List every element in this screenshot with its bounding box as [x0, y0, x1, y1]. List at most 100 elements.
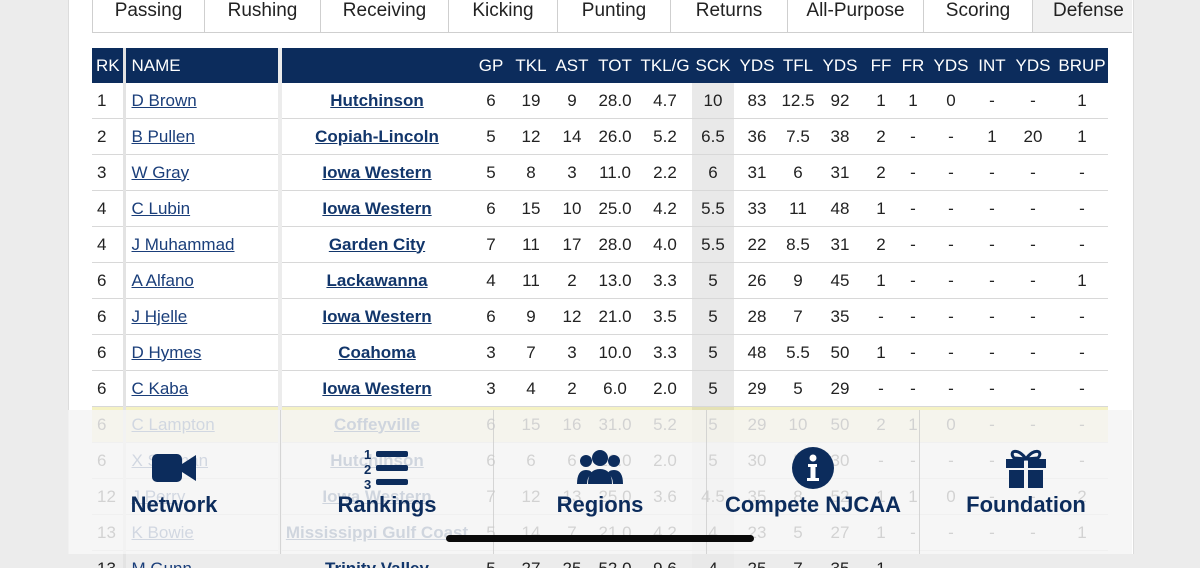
- cell-fr: -: [898, 191, 928, 227]
- player-link[interactable]: J Hjelle: [132, 307, 188, 326]
- player-link[interactable]: C Kaba: [132, 379, 189, 398]
- column-header-brup[interactable]: BRUP: [1056, 48, 1108, 83]
- cell-player-name: J Muhammad: [124, 227, 280, 263]
- cell-player-name: J Hjelle: [124, 299, 280, 335]
- table-row: 4C LubinIowa Western6151025.04.25.533114…: [92, 191, 1108, 227]
- cell-rank: 6: [92, 299, 124, 335]
- column-header-sck-yds[interactable]: YDS: [734, 48, 780, 83]
- tab-passing[interactable]: Passing: [92, 0, 205, 33]
- tab-punting[interactable]: Punting: [557, 0, 671, 33]
- cell-rank: 6: [92, 371, 124, 407]
- cell-team: Lackawanna: [280, 263, 472, 299]
- cell-tot: 25.0: [592, 191, 638, 227]
- cell-team: Iowa Western: [280, 155, 472, 191]
- column-header-fr-yds[interactable]: YDS: [928, 48, 974, 83]
- cell-int-yds: -: [1010, 263, 1056, 299]
- cell-gp: 5: [472, 155, 510, 191]
- cell-player-name: C Lubin: [124, 191, 280, 227]
- cell-sck-yds: 33: [734, 191, 780, 227]
- player-link[interactable]: W Gray: [132, 163, 190, 182]
- column-header-fr[interactable]: FR: [898, 48, 928, 83]
- cell-tfl-yds: 31: [816, 227, 864, 263]
- team-link[interactable]: Hutchinson: [330, 91, 424, 110]
- cell-sck-yds: 22: [734, 227, 780, 263]
- tab-receiving[interactable]: Receiving: [320, 0, 449, 33]
- team-link[interactable]: Iowa Western: [322, 163, 431, 182]
- cell-int: -: [974, 263, 1010, 299]
- nav-rankings[interactable]: 123 Rankings: [280, 410, 493, 554]
- column-header-tkl-per-game[interactable]: TKL/G: [638, 48, 692, 83]
- team-link[interactable]: Iowa Western: [322, 307, 431, 326]
- column-header-int-yds[interactable]: YDS: [1010, 48, 1056, 83]
- nav-foundation[interactable]: Foundation: [919, 410, 1132, 554]
- table-row: 6C KabaIowa Western3426.02.0529529------: [92, 371, 1108, 407]
- player-link[interactable]: C Lubin: [132, 199, 191, 218]
- player-link[interactable]: B Pullen: [132, 127, 195, 146]
- player-link[interactable]: D Brown: [132, 91, 197, 110]
- column-header-rank[interactable]: RK: [92, 48, 124, 83]
- table-row: 6A AlfanoLackawanna411213.03.35269451---…: [92, 263, 1108, 299]
- column-header-tot[interactable]: TOT: [592, 48, 638, 83]
- cell-brup: -: [1056, 227, 1108, 263]
- team-link[interactable]: Coahoma: [338, 343, 415, 362]
- cell-gp: 3: [472, 335, 510, 371]
- cell-fr-yds: -: [928, 335, 974, 371]
- cell-fr: -: [898, 299, 928, 335]
- column-header-ff[interactable]: FF: [864, 48, 898, 83]
- tab-all-purpose[interactable]: All-Purpose: [787, 0, 924, 33]
- column-header-int[interactable]: INT: [974, 48, 1010, 83]
- cell-ast: 17: [552, 227, 592, 263]
- tab-defense[interactable]: Defense: [1032, 0, 1132, 33]
- table-row: 2B PullenCopiah-Lincoln5121426.05.26.536…: [92, 119, 1108, 155]
- player-link[interactable]: D Hymes: [132, 343, 202, 362]
- cell-tkl-per-game: 4.0: [638, 227, 692, 263]
- cell-sck-yds: 29: [734, 371, 780, 407]
- cell-tfl-yds: 92: [816, 83, 864, 119]
- cell-brup: 1: [1056, 263, 1108, 299]
- nav-regions[interactable]: Regions: [493, 410, 706, 554]
- column-header-tfl[interactable]: TFL: [780, 48, 816, 83]
- team-link[interactable]: Trinity Valley: [325, 559, 429, 568]
- cell-sck: 5: [692, 263, 734, 299]
- cell-ff: 1: [864, 83, 898, 119]
- cell-sck-yds: 28: [734, 299, 780, 335]
- player-link[interactable]: J Muhammad: [132, 235, 235, 254]
- team-link[interactable]: Lackawanna: [326, 271, 427, 290]
- tab-rushing[interactable]: Rushing: [204, 0, 321, 33]
- nav-network[interactable]: Network: [68, 410, 280, 554]
- cell-tkl-per-game: 4.7: [638, 83, 692, 119]
- cell-team: Iowa Western: [280, 299, 472, 335]
- cell-rank: 1: [92, 83, 124, 119]
- column-header-team[interactable]: [280, 48, 472, 83]
- column-header-tfl-yds[interactable]: YDS: [816, 48, 864, 83]
- column-header-sck[interactable]: SCK: [692, 48, 734, 83]
- cell-ast: 10: [552, 191, 592, 227]
- cell-tkl: 8: [510, 155, 552, 191]
- cell-fr: 1: [898, 83, 928, 119]
- team-link[interactable]: Iowa Western: [322, 379, 431, 398]
- team-link[interactable]: Garden City: [329, 235, 425, 254]
- cell-tkl-per-game: 5.2: [638, 119, 692, 155]
- cell-rank: 4: [92, 191, 124, 227]
- tab-returns[interactable]: Returns: [670, 0, 788, 33]
- column-header-player-name[interactable]: NAME: [124, 48, 280, 83]
- cell-tfl: 5.5: [780, 335, 816, 371]
- cell-fr: -: [898, 263, 928, 299]
- column-header-ast[interactable]: AST: [552, 48, 592, 83]
- video-camera-icon: [151, 446, 197, 490]
- tab-kicking[interactable]: Kicking: [448, 0, 558, 33]
- nav-compete-njcaa[interactable]: Compete NJCAA: [706, 410, 919, 554]
- column-header-gp[interactable]: GP: [472, 48, 510, 83]
- cell-rank: 6: [92, 335, 124, 371]
- cell-ff: 1: [864, 263, 898, 299]
- column-header-tkl[interactable]: TKL: [510, 48, 552, 83]
- cell-tfl-yds: 31: [816, 155, 864, 191]
- player-link[interactable]: A Alfano: [132, 271, 194, 290]
- tab-scoring[interactable]: Scoring: [923, 0, 1033, 33]
- cell-player-name: D Hymes: [124, 335, 280, 371]
- team-link[interactable]: Iowa Western: [322, 199, 431, 218]
- cell-tkl-per-game: 3.5: [638, 299, 692, 335]
- cell-tfl: 7: [780, 299, 816, 335]
- player-link[interactable]: M Gunn: [132, 559, 192, 568]
- team-link[interactable]: Copiah-Lincoln: [315, 127, 439, 146]
